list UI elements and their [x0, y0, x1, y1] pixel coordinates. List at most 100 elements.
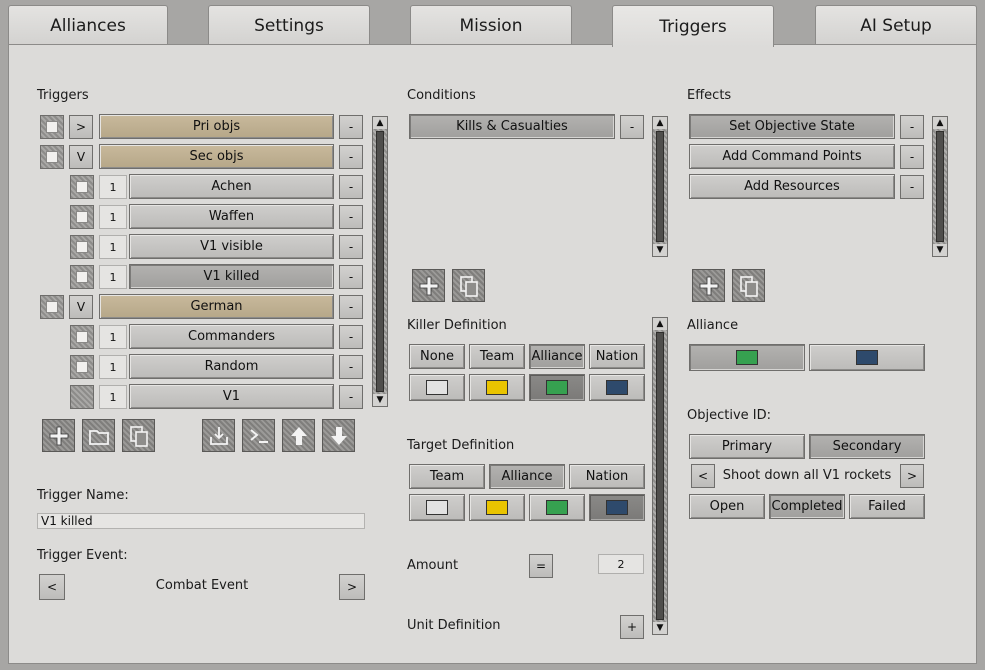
- trigger-item-v1[interactable]: V1: [129, 384, 334, 409]
- trigger-item-waffen[interactable]: Waffen: [129, 204, 334, 229]
- conditions-scrollbar[interactable]: ▲ ▼: [652, 116, 668, 257]
- remove-trigger-button[interactable]: -: [339, 115, 363, 139]
- tab-alliances[interactable]: Alliances: [8, 5, 168, 45]
- trigger-checkbox[interactable]: [40, 145, 64, 169]
- add-condition-button[interactable]: [412, 269, 445, 302]
- alliance-color-navy[interactable]: [809, 344, 925, 371]
- import-button[interactable]: [202, 419, 235, 452]
- remove-trigger-button[interactable]: -: [339, 295, 363, 319]
- target-option-alliance[interactable]: Alliance: [489, 464, 565, 489]
- trigger-name-input[interactable]: V1 killed: [37, 513, 365, 529]
- remove-trigger-button[interactable]: -: [339, 265, 363, 289]
- scroll-thumb[interactable]: [656, 131, 664, 242]
- target-color-navy[interactable]: [589, 494, 645, 521]
- remove-trigger-button[interactable]: -: [339, 235, 363, 259]
- scroll-up-arrow-icon[interactable]: ▲: [653, 318, 667, 330]
- objective-prev-button[interactable]: <: [691, 464, 715, 488]
- alliance-color-green[interactable]: [689, 344, 805, 371]
- event-next-button[interactable]: >: [339, 574, 365, 600]
- trigger-checkbox[interactable]: [40, 295, 64, 319]
- trigger-item-v1-visible[interactable]: V1 visible: [129, 234, 334, 259]
- trigger-item-sec-objs[interactable]: Sec objs: [99, 144, 334, 169]
- expand-button[interactable]: >: [69, 115, 93, 139]
- killer-option-team[interactable]: Team: [469, 344, 525, 369]
- condition-item-kills-casualties[interactable]: Kills & Casualties: [409, 114, 615, 139]
- triggers-scrollbar[interactable]: ▲ ▼: [372, 116, 388, 407]
- trigger-checkbox[interactable]: [70, 265, 94, 289]
- trigger-item-pri-objs[interactable]: Pri objs: [99, 114, 334, 139]
- scroll-down-arrow-icon[interactable]: ▼: [373, 394, 387, 406]
- trigger-item-v1-killed[interactable]: V1 killed: [129, 264, 334, 289]
- killer-option-none[interactable]: None: [409, 344, 465, 369]
- remove-trigger-button[interactable]: -: [339, 145, 363, 169]
- collapse-button[interactable]: V: [69, 295, 93, 319]
- killer-color-yellow[interactable]: [469, 374, 525, 401]
- tab-mission[interactable]: Mission: [410, 5, 572, 45]
- remove-condition-button[interactable]: -: [620, 115, 644, 139]
- tab-settings[interactable]: Settings: [208, 5, 370, 45]
- copy-effect-button[interactable]: [732, 269, 765, 302]
- scroll-thumb[interactable]: [376, 131, 384, 392]
- objective-state-completed[interactable]: Completed: [769, 494, 845, 519]
- add-trigger-button[interactable]: [42, 419, 75, 452]
- console-button[interactable]: [242, 419, 275, 452]
- add-effect-button[interactable]: [692, 269, 725, 302]
- scroll-thumb[interactable]: [936, 131, 944, 242]
- trigger-checkbox[interactable]: [70, 175, 94, 199]
- killer-option-alliance[interactable]: Alliance: [529, 344, 585, 369]
- objective-type-secondary[interactable]: Secondary: [809, 434, 925, 459]
- objective-state-failed[interactable]: Failed: [849, 494, 925, 519]
- unit-add-button[interactable]: +: [620, 615, 644, 639]
- scroll-up-arrow-icon[interactable]: ▲: [933, 117, 947, 129]
- target-option-team[interactable]: Team: [409, 464, 485, 489]
- trigger-checkbox[interactable]: [40, 115, 64, 139]
- remove-trigger-button[interactable]: -: [339, 355, 363, 379]
- scroll-down-arrow-icon[interactable]: ▼: [653, 244, 667, 256]
- trigger-checkbox[interactable]: [70, 205, 94, 229]
- amount-value-field[interactable]: 2: [598, 554, 644, 574]
- killer-color-navy[interactable]: [589, 374, 645, 401]
- trigger-item-german[interactable]: German: [99, 294, 334, 319]
- killer-color-white[interactable]: [409, 374, 465, 401]
- remove-trigger-button[interactable]: -: [339, 175, 363, 199]
- target-color-green[interactable]: [529, 494, 585, 521]
- trigger-item-random[interactable]: Random: [129, 354, 334, 379]
- effect-item-add-command-points[interactable]: Add Command Points: [689, 144, 895, 169]
- killer-option-nation[interactable]: Nation: [589, 344, 645, 369]
- effects-scrollbar[interactable]: ▲ ▼: [932, 116, 948, 257]
- trigger-checkbox[interactable]: [70, 385, 94, 409]
- scroll-thumb[interactable]: [656, 332, 664, 620]
- trigger-checkbox[interactable]: [70, 355, 94, 379]
- remove-effect-button[interactable]: -: [900, 115, 924, 139]
- conditions-detail-scrollbar[interactable]: ▲ ▼: [652, 317, 668, 635]
- target-color-yellow[interactable]: [469, 494, 525, 521]
- remove-effect-button[interactable]: -: [900, 175, 924, 199]
- trigger-checkbox[interactable]: [70, 325, 94, 349]
- copy-condition-button[interactable]: [452, 269, 485, 302]
- tab-ai-setup[interactable]: AI Setup: [815, 5, 977, 45]
- trigger-item-commanders[interactable]: Commanders: [129, 324, 334, 349]
- remove-trigger-button[interactable]: -: [339, 325, 363, 349]
- move-down-button[interactable]: [322, 419, 355, 452]
- objective-next-button[interactable]: >: [900, 464, 924, 488]
- remove-trigger-button[interactable]: -: [339, 205, 363, 229]
- move-up-button[interactable]: [282, 419, 315, 452]
- tab-triggers[interactable]: Triggers: [612, 5, 774, 47]
- killer-color-green[interactable]: [529, 374, 585, 401]
- remove-effect-button[interactable]: -: [900, 145, 924, 169]
- trigger-item-achen[interactable]: Achen: [129, 174, 334, 199]
- target-option-nation[interactable]: Nation: [569, 464, 645, 489]
- collapse-button[interactable]: V: [69, 145, 93, 169]
- effect-item-add-resources[interactable]: Add Resources: [689, 174, 895, 199]
- scroll-down-arrow-icon[interactable]: ▼: [653, 622, 667, 634]
- add-folder-button[interactable]: [82, 419, 115, 452]
- target-color-white[interactable]: [409, 494, 465, 521]
- scroll-up-arrow-icon[interactable]: ▲: [373, 117, 387, 129]
- event-prev-button[interactable]: <: [39, 574, 65, 600]
- scroll-down-arrow-icon[interactable]: ▼: [933, 244, 947, 256]
- objective-type-primary[interactable]: Primary: [689, 434, 805, 459]
- copy-trigger-button[interactable]: [122, 419, 155, 452]
- objective-state-open[interactable]: Open: [689, 494, 765, 519]
- amount-operator-button[interactable]: =: [529, 554, 553, 578]
- effect-item-set-objective-state[interactable]: Set Objective State: [689, 114, 895, 139]
